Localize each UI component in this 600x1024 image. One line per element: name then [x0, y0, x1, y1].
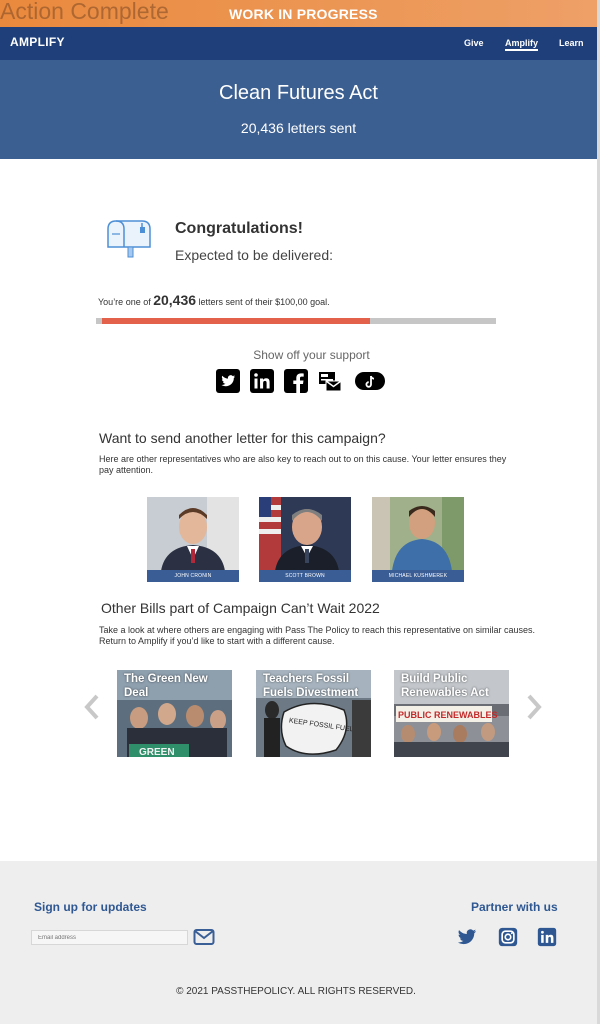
newsletter-icon[interactable] [318, 369, 342, 393]
nav-give[interactable]: Give [464, 38, 484, 48]
rep-photo [259, 497, 351, 571]
rep-name: JOHN CRONIN [147, 570, 239, 582]
page-footer: Sign up for updates Partner with us © 20… [0, 861, 597, 1024]
goal-progress-bar [96, 318, 496, 324]
bills-description: Take a look at where others are engaging… [99, 625, 536, 646]
facebook-icon[interactable] [284, 369, 308, 393]
campaign-hero: Clean Futures Act 20,436 letters sent [0, 60, 597, 159]
bill-card-build-public-renewables[interactable]: PUBLIC RENEWABLES Build Public Renewable… [394, 670, 509, 757]
partner-label: Partner with us [471, 900, 558, 914]
stat-suffix: letters sent of their $100,00 goal. [196, 297, 330, 307]
rep-name: SCOTT BROWN [259, 570, 351, 582]
email-field[interactable] [31, 930, 188, 945]
mailbox-icon [107, 220, 151, 258]
congratulations-heading: Congratulations! [175, 220, 303, 237]
bill-card-green-new-deal[interactable]: GREEN The Green New Deal [117, 670, 232, 757]
nav-learn[interactable]: Learn [559, 38, 584, 48]
rep-photo [147, 497, 239, 571]
bill-sign-text: GREEN [139, 747, 175, 757]
chevron-left-icon[interactable] [84, 693, 100, 721]
signup-label: Sign up for updates [34, 900, 147, 914]
footer-twitter-icon[interactable] [457, 927, 477, 947]
footer-linkedin-icon[interactable] [537, 927, 557, 947]
expected-delivery-label: Expected to be delivered: [175, 247, 333, 263]
bill-title: Build Public Renewables Act [401, 673, 489, 699]
rep-photo [372, 497, 464, 571]
rep-card-scott-brown[interactable]: SCOTT BROWN [259, 497, 351, 585]
work-in-progress-label: WORK IN PROGRESS [229, 6, 378, 22]
share-label: Show off your support [253, 348, 370, 362]
goal-progress-fill [102, 318, 370, 324]
stat-prefix: You’re one of [98, 297, 154, 307]
brand-logo[interactable]: AMPLIFY [10, 35, 65, 49]
linkedin-icon[interactable] [250, 369, 274, 393]
nav-amplify[interactable]: Amplify [505, 38, 539, 51]
bills-heading: Other Bills part of Campaign Can’t Wait … [101, 600, 380, 616]
tiktok-icon[interactable] [354, 369, 386, 393]
chevron-right-icon[interactable] [526, 693, 542, 721]
copyright-text: © 2021 PASSTHEPOLICY. ALL RIGHTS RESERVE… [176, 986, 416, 997]
work-in-progress-banner: Action Complete WORK IN PROGRESS [0, 0, 597, 27]
action-complete-label: Action Complete [0, 0, 169, 24]
page-title: Clean Futures Act [219, 82, 378, 104]
footer-instagram-icon[interactable] [498, 927, 518, 947]
reps-description: Here are other representatives who are a… [99, 454, 507, 475]
bill-card-teachers-fossil-fuels[interactable]: KEEP FOSSIL FUELS IN THE GROUND Teachers… [256, 670, 371, 757]
bill-title: Teachers Fossil Fuels Divestment [263, 673, 359, 699]
rep-card-john-cronin[interactable]: JOHN CRONIN [147, 497, 239, 585]
stat-count: 20,436 [153, 292, 197, 308]
submit-email-icon[interactable] [193, 928, 215, 946]
rep-name: MICHAEL KUSHMEREK [372, 570, 464, 582]
top-nav: AMPLIFY Give Amplify Learn [0, 27, 597, 60]
twitter-icon[interactable] [216, 369, 240, 393]
reps-heading: Want to send another letter for this cam… [99, 430, 386, 446]
bill-sign-text: PUBLIC RENEWABLES [398, 710, 498, 720]
letters-goal-text: You’re one of 20,436 letters sent of the… [98, 292, 330, 308]
letters-sent-count: 20,436 letters sent [240, 120, 357, 136]
bill-title: The Green New Deal [124, 673, 208, 699]
rep-card-michael-kushmerek[interactable]: MICHAEL KUSHMEREK [372, 497, 464, 585]
